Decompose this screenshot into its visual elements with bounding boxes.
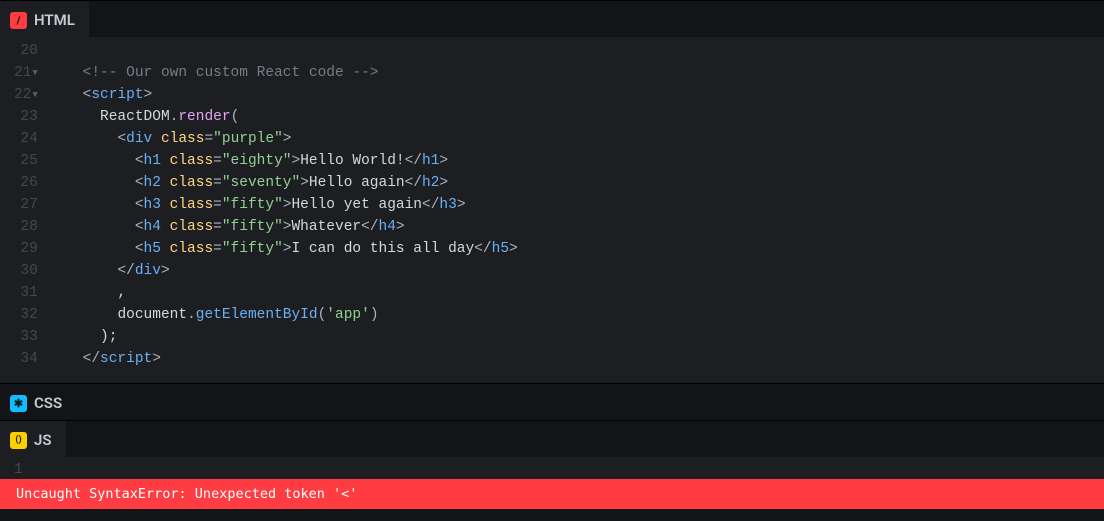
tab-css[interactable]: ✱ CSS (0, 384, 76, 420)
tab-label: CSS (34, 394, 62, 412)
tab-js[interactable]: () JS (0, 421, 66, 457)
html-editor[interactable]: 2021▼22▼232425262728293031323334 <!-- Ou… (0, 37, 1104, 383)
js-gutter: 1 (0, 459, 33, 479)
line-number: 27 (14, 194, 38, 216)
tab-label: JS (34, 431, 52, 449)
line-number: 32 (14, 304, 38, 326)
line-number: 28 (14, 216, 38, 238)
line-number: 22▼ (14, 84, 38, 106)
line-number: 31 (14, 282, 38, 304)
line-number: 1 (14, 459, 23, 481)
js-editor[interactable]: 1 (0, 457, 1104, 479)
css-tab-bar: ✱ CSS (0, 383, 1104, 420)
code-line[interactable] (48, 40, 518, 62)
js-code[interactable] (33, 459, 53, 479)
js-tab-bar: () JS (0, 420, 1104, 457)
code-line[interactable]: <h2 class="seventy">Hello again</h2> (48, 172, 518, 194)
html-code[interactable]: <!-- Our own custom React code --> <scri… (48, 40, 538, 383)
code-line[interactable]: <script> (48, 84, 518, 106)
code-line[interactable]: </div> (48, 260, 518, 282)
tab-label: HTML (34, 11, 75, 29)
code-line[interactable]: , (48, 282, 518, 304)
html-gutter: 2021▼22▼232425262728293031323334 (0, 40, 48, 383)
tab-html[interactable]: / HTML (0, 1, 89, 37)
line-number: 26 (14, 172, 38, 194)
html-icon: / (10, 12, 27, 29)
css-panel: ✱ CSS (0, 383, 1104, 420)
code-line[interactable]: document.getElementById('app') (48, 304, 518, 326)
js-panel: () JS 1 Uncaught SyntaxError: Unexpected… (0, 420, 1104, 509)
html-panel: / HTML 2021▼22▼232425262728293031323334 … (0, 0, 1104, 383)
code-line[interactable]: ReactDOM.render( (48, 106, 518, 128)
line-number: 24 (14, 128, 38, 150)
js-icon: () (10, 432, 27, 449)
line-number: 29 (14, 238, 38, 260)
line-number: 30 (14, 260, 38, 282)
line-number: 33 (14, 326, 38, 348)
code-line[interactable]: <!-- Our own custom React code --> (48, 62, 518, 84)
line-number: 23 (14, 106, 38, 128)
code-line[interactable]: </script> (48, 348, 518, 370)
code-line[interactable]: <h5 class="fifty">I can do this all day<… (48, 238, 518, 260)
code-line[interactable]: <h1 class="eighty">Hello World!</h1> (48, 150, 518, 172)
line-number: 20 (14, 40, 38, 62)
line-number: 21▼ (14, 62, 38, 84)
code-line[interactable]: <h4 class="fifty">Whatever</h4> (48, 216, 518, 238)
code-line[interactable]: <h3 class="fifty">Hello yet again</h3> (48, 194, 518, 216)
code-line[interactable]: ); (48, 326, 518, 348)
css-icon: ✱ (10, 395, 27, 412)
code-line[interactable]: <div class="purple"> (48, 128, 518, 150)
html-tab-bar: / HTML (0, 0, 1104, 37)
console-error: Uncaught SyntaxError: Unexpected token '… (0, 479, 1104, 509)
fold-icon[interactable]: ▼ (32, 62, 37, 84)
fold-icon[interactable]: ▼ (32, 84, 37, 106)
line-number: 25 (14, 150, 38, 172)
line-number: 34 (14, 348, 38, 370)
